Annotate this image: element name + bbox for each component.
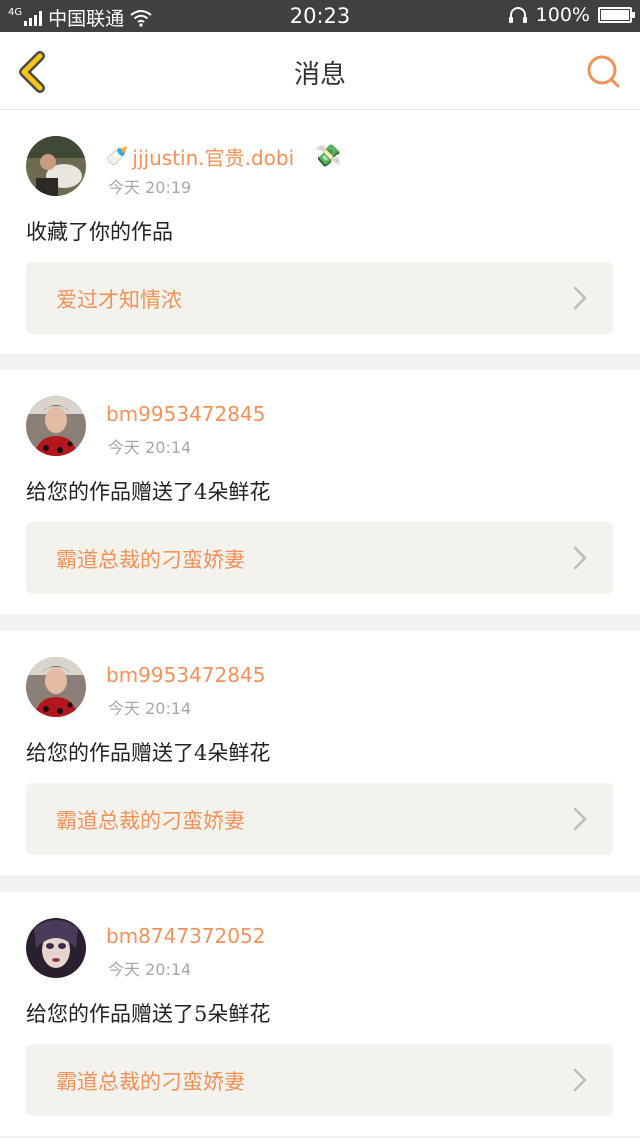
work-link[interactable]: 爱过才知情浓 bbox=[26, 262, 613, 334]
chevron-right-icon bbox=[573, 546, 587, 570]
baby-bottle-icon: 🍼 bbox=[106, 146, 129, 167]
avatar[interactable] bbox=[26, 136, 86, 196]
message-time: 今天 20:14 bbox=[108, 438, 192, 457]
battery-icon bbox=[598, 7, 635, 23]
message-time: 今天 20:14 bbox=[108, 960, 192, 979]
status-bar: 4G 中国联通 20:23 100% bbox=[0, 0, 640, 32]
search-button[interactable] bbox=[584, 52, 624, 92]
message-text: 给您的作品赠送了4朵鲜花 bbox=[26, 741, 271, 765]
page-title: 消息 bbox=[293, 60, 346, 90]
username-text: bm9953472845 bbox=[106, 402, 266, 426]
work-title: 霸道总裁的刁蛮娇妻 bbox=[56, 809, 245, 833]
message-text: 给您的作品赠送了5朵鲜花 bbox=[26, 1002, 271, 1026]
avatar[interactable] bbox=[26, 657, 86, 717]
work-title: 霸道总裁的刁蛮娇妻 bbox=[56, 1070, 245, 1094]
headphone-icon bbox=[508, 7, 527, 23]
username-text: bm8747372052 bbox=[106, 924, 266, 948]
message-text: 收藏了你的作品 bbox=[26, 220, 173, 244]
message-card: bm9953472845 今天 20:14 给您的作品赠送了4朵鲜花 霸道总裁的… bbox=[0, 370, 640, 614]
username[interactable]: bm8747372052 bbox=[106, 924, 265, 948]
battery-percent: 100% bbox=[535, 4, 590, 26]
message-text: 给您的作品赠送了4朵鲜花 bbox=[26, 480, 271, 504]
money-wings-icon: 💸 bbox=[314, 144, 342, 169]
work-link[interactable]: 霸道总裁的刁蛮娇妻 bbox=[26, 1044, 613, 1116]
work-link[interactable]: 霸道总裁的刁蛮娇妻 bbox=[26, 522, 613, 594]
username-text: bm9953472845 bbox=[106, 663, 266, 687]
username[interactable]: 🍼 jjjustin.官贵.dobi 💸 bbox=[106, 142, 342, 171]
message-card: 🍼 jjjustin.官贵.dobi 💸 今天 20:19 收藏了你的作品 爱过… bbox=[0, 110, 640, 354]
message-card: bm8747372052 今天 20:14 给您的作品赠送了5朵鲜花 霸道总裁的… bbox=[0, 892, 640, 1136]
chevron-right-icon bbox=[573, 286, 587, 310]
username[interactable]: bm9953472845 bbox=[106, 663, 265, 687]
nav-bar: 消息 bbox=[0, 32, 640, 110]
status-right: 100% bbox=[508, 4, 635, 26]
chevron-right-icon bbox=[573, 807, 587, 831]
message-time: 今天 20:19 bbox=[108, 178, 192, 197]
username-text: jjjustin.官贵.dobi bbox=[132, 146, 295, 170]
avatar[interactable] bbox=[26, 918, 86, 978]
message-time: 今天 20:14 bbox=[108, 699, 192, 718]
search-icon bbox=[587, 55, 620, 88]
work-link[interactable]: 霸道总裁的刁蛮娇妻 bbox=[26, 783, 613, 855]
work-title: 爱过才知情浓 bbox=[56, 288, 182, 312]
avatar[interactable] bbox=[26, 396, 86, 456]
work-title: 霸道总裁的刁蛮娇妻 bbox=[56, 548, 245, 572]
message-card: bm9953472845 今天 20:14 给您的作品赠送了4朵鲜花 霸道总裁的… bbox=[0, 631, 640, 875]
chevron-right-icon bbox=[573, 1068, 587, 1092]
username[interactable]: bm9953472845 bbox=[106, 402, 265, 426]
